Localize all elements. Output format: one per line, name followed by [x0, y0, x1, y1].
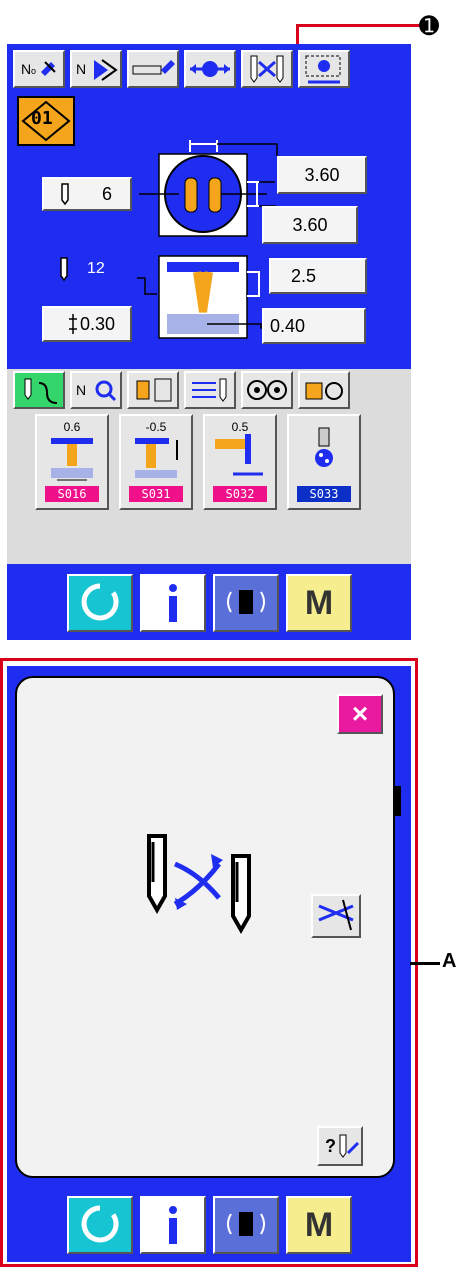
communication-icon [227, 590, 265, 614]
info-button[interactable] [140, 574, 206, 632]
screen-2: × ? M [7, 666, 411, 1262]
thread-clamp-button[interactable] [13, 371, 65, 409]
thread-count-label: 12 [57, 256, 105, 282]
needle-swap-icon [147, 834, 251, 935]
offset-value: 0.30 [80, 313, 116, 334]
card-code: S033 [297, 486, 351, 502]
label-a-line [410, 962, 440, 965]
scrollbar-edge [395, 786, 401, 816]
hole-width-field[interactable]: 3.60 [277, 156, 367, 194]
callout-marker: ➊ [419, 13, 440, 40]
needle-count-field[interactable]: 6 [42, 177, 132, 211]
needle-icon [60, 257, 68, 282]
help-icon: ? [325, 1135, 336, 1156]
card-value: 0.5 [231, 420, 249, 434]
svg-text:N: N [76, 382, 86, 398]
bobbin-winder-button[interactable] [127, 371, 179, 409]
card-code: S031 [129, 486, 183, 502]
setting-card-s032[interactable]: 0.5 S032 [203, 414, 277, 510]
base-offset-field[interactable]: 0.40 [262, 308, 366, 344]
hole-height-field[interactable]: 3.60 [262, 206, 358, 244]
offset-icon [69, 314, 77, 334]
needle-count-value: 6 [102, 183, 113, 204]
hole-height-value: 3.60 [292, 214, 328, 235]
menu-label: M [304, 583, 334, 622]
needle-icon [61, 183, 69, 206]
menu-button[interactable]: M [286, 1196, 352, 1254]
setting-card-s031[interactable]: -0.5 S031 [119, 414, 193, 510]
menu-label: M [304, 1205, 334, 1244]
ready-button[interactable] [67, 574, 133, 632]
info-icon [169, 584, 177, 622]
card-value: 0.6 [63, 420, 81, 434]
close-icon: × [351, 698, 369, 729]
info-icon [169, 1206, 177, 1244]
pattern-search-button[interactable]: N [70, 371, 122, 409]
dialog-window: × ? [15, 676, 395, 1178]
base-offset-value: 0.40 [270, 315, 306, 336]
hole-width-value: 3.60 [304, 164, 340, 185]
card-code: S016 [45, 486, 99, 502]
setting-card-s033[interactable]: S033 [287, 414, 361, 510]
thread-count-value: 12 [87, 260, 105, 277]
card-value: -0.5 [145, 420, 167, 434]
wiper-button[interactable] [298, 371, 350, 409]
communication-button[interactable] [213, 1196, 279, 1254]
neck-height-value: 2.5 [291, 265, 317, 286]
callout-line [296, 24, 426, 27]
menu-button[interactable]: M [286, 574, 352, 632]
counter-button[interactable] [241, 371, 293, 409]
neck-height-field[interactable]: 2.5 [269, 258, 367, 294]
offset-field[interactable]: 0.30 [42, 306, 132, 342]
screen-1: No N 01 6 3.60 3.60 12 2.5 0.30 0.40 N 0… [7, 44, 411, 640]
setting-card-s016[interactable]: 0.6 S016 [35, 414, 109, 510]
communication-button[interactable] [213, 574, 279, 632]
thread-trim-button[interactable] [311, 894, 361, 938]
thread-route-button[interactable] [184, 371, 236, 409]
ready-button[interactable] [67, 1196, 133, 1254]
communication-icon [227, 1212, 265, 1236]
close-button[interactable]: × [337, 694, 383, 734]
info-button[interactable] [140, 1196, 206, 1254]
label-a: A [442, 950, 457, 972]
help-button[interactable]: ? [317, 1126, 363, 1166]
card-code: S032 [213, 486, 267, 502]
